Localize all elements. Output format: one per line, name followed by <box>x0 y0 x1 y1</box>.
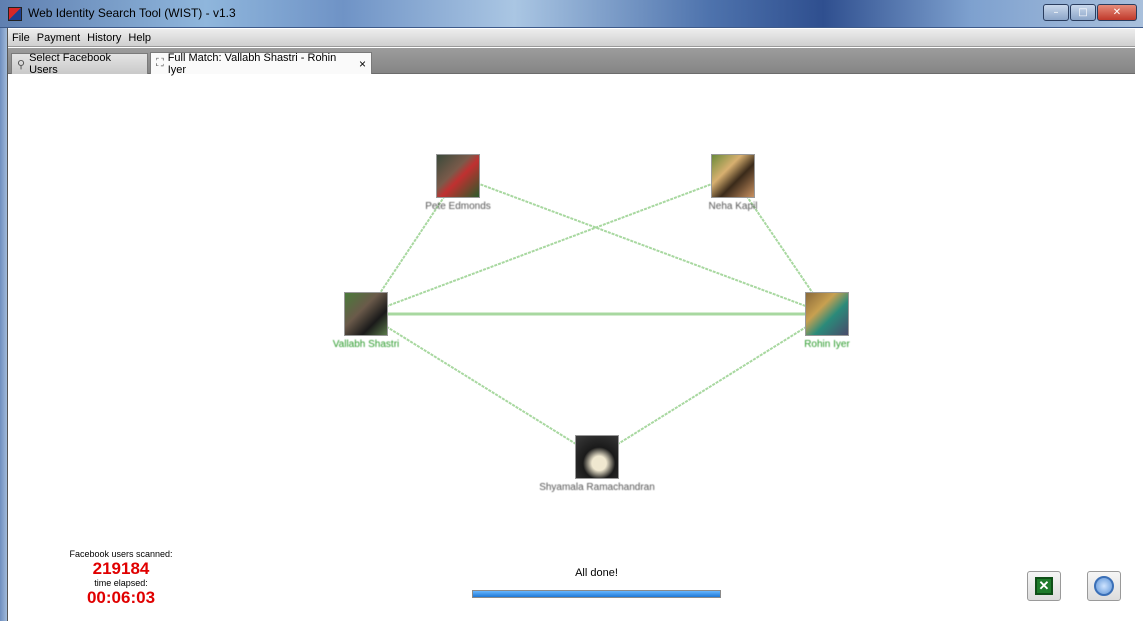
export-web-button[interactable] <box>1087 571 1121 601</box>
progress-fill <box>473 591 720 597</box>
graph-node-label: Shyamala Ramachandran <box>539 482 655 493</box>
graph-node-label: Rohin Iyer <box>804 339 850 350</box>
graph-edges <box>365 175 828 458</box>
graph-node-photo[interactable] <box>575 435 619 479</box>
elapsed-label: time elapsed: <box>94 578 148 588</box>
scanned-count: 219184 <box>92 559 150 578</box>
scanned-label: Facebook users scanned: <box>69 549 173 559</box>
scan-stats: Facebook users scanned: 219184 time elap… <box>54 549 188 607</box>
graph-edge <box>365 313 598 458</box>
graph-node-label: Neha Kapil <box>708 201 758 212</box>
app-window: Web Identity Search Tool (WIST) - v1.3 –… <box>0 0 1143 621</box>
web-export-icon <box>1094 576 1114 596</box>
graph-node-label: Vallabh Shastri <box>332 339 400 350</box>
graph-node-photo[interactable] <box>344 292 388 336</box>
elapsed-time: 00:06:03 <box>86 588 156 607</box>
graph-node-photo[interactable] <box>436 154 480 198</box>
graph-edge <box>457 175 828 315</box>
graph-node-label: Pete Edmonds <box>425 201 491 212</box>
excel-export-icon: ✕ <box>1035 577 1053 595</box>
status-text: All done! <box>575 567 618 579</box>
progress-bar <box>472 590 721 598</box>
graph-edge <box>365 175 734 315</box>
graph-node-photo[interactable] <box>711 154 755 198</box>
graph-edge <box>596 313 828 458</box>
connection-graph <box>365 175 828 458</box>
export-excel-button[interactable]: ✕ <box>1027 571 1061 601</box>
graph-node-photo[interactable] <box>805 292 849 336</box>
